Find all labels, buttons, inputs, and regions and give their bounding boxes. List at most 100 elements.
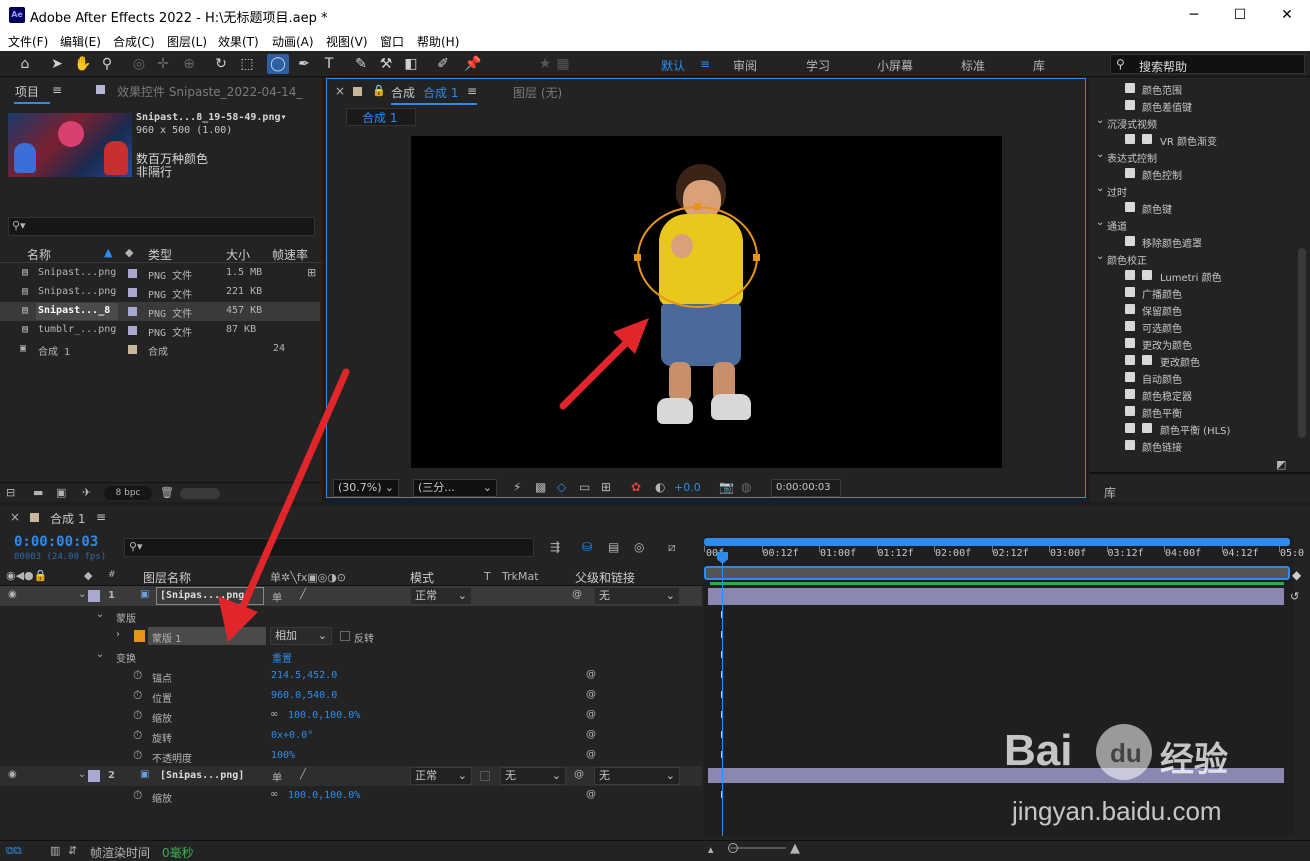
ellipse-tool-icon[interactable]: ◯	[267, 54, 289, 74]
current-time-display[interactable]: 0:00:00:03	[771, 479, 841, 497]
layer-mode-dropdown[interactable]: 正常 ⌄	[410, 587, 472, 605]
work-area-bar[interactable]	[704, 538, 1290, 546]
eraser-tool-icon[interactable]: ◧	[400, 54, 422, 74]
menu-file[interactable]: 文件(F)	[8, 33, 48, 50]
workspace-small-screen[interactable]: 小屏幕	[877, 57, 913, 74]
effect-item[interactable]: 颜色稳定器	[1090, 386, 1290, 403]
keyframe-nav-icon[interactable]: ↺	[1290, 590, 1299, 603]
effect-category[interactable]: ⌄ 表达式控制	[1090, 148, 1290, 165]
chevron-down-icon[interactable]: ⌄	[78, 589, 86, 600]
close-tab-icon[interactable]: ×	[335, 84, 345, 98]
mask-vertex-handle[interactable]	[634, 254, 641, 261]
new-folder-icon[interactable]: ◩	[1276, 458, 1286, 471]
project-search-input[interactable]: ⚲▾	[8, 217, 315, 236]
effect-item[interactable]: 颜色平衡 (HLS)	[1090, 420, 1290, 437]
effect-item[interactable]: Lumetri 颜色	[1090, 267, 1290, 284]
stopwatch-icon[interactable]: ⏱	[133, 688, 142, 703]
label-tag-icon[interactable]: ◆	[125, 246, 133, 259]
puppet-pin-icon[interactable]: 📌	[462, 54, 484, 74]
property-row[interactable]: ⏱ 位置 960.0,540.0 @	[0, 686, 702, 706]
pan-behind-tool-icon[interactable]: ⬚	[236, 54, 258, 74]
mask-ellipse-path[interactable]	[637, 206, 758, 308]
parent-dropdown[interactable]: 无 ⌄	[594, 767, 680, 785]
home-icon[interactable]: ⌂	[14, 54, 36, 74]
comp-tab-label[interactable]: 合成	[391, 84, 415, 101]
toggle-switches-icon[interactable]: ⧉⧉	[6, 844, 22, 858]
layer-mode-dropdown[interactable]: 正常 ⌄	[410, 767, 472, 785]
new-folder-icon[interactable]: ▬	[33, 486, 43, 499]
effects-scrollbar[interactable]	[1298, 248, 1306, 438]
comp-viewer[interactable]	[411, 136, 1002, 468]
effect-item[interactable]: 保留颜色	[1090, 301, 1290, 318]
grid-guides-icon[interactable]: ⊞	[601, 480, 611, 494]
menu-edit[interactable]: 编辑(E)	[60, 33, 101, 50]
layer-name[interactable]: [Snipas...png]	[160, 770, 244, 781]
constrain-link-icon[interactable]: ∞	[270, 709, 278, 720]
brush-tool-icon[interactable]: ✎	[350, 54, 372, 74]
bpc-button[interactable]: 8 bpc	[104, 486, 152, 500]
timeline-zoom-slider[interactable]	[730, 847, 786, 849]
work-area-range[interactable]	[704, 566, 1290, 580]
pickwhip-icon[interactable]: @	[586, 789, 596, 800]
panel-menu-icon[interactable]: ≡	[96, 510, 106, 524]
snapshot-icon[interactable]: 📷	[719, 480, 734, 494]
menu-animation[interactable]: 动画(A)	[272, 33, 314, 50]
render-time-icon[interactable]: ⇵	[68, 844, 77, 857]
roto-brush-icon[interactable]: ✐	[432, 54, 454, 74]
flowchart-icon[interactable]: ⊞	[307, 266, 316, 279]
menu-layer[interactable]: 图层(L)	[167, 33, 207, 50]
chevron-down-icon[interactable]: ⌄	[96, 649, 104, 660]
eye-icon[interactable]: ◉	[8, 589, 17, 600]
property-row[interactable]: ⏱ 缩放 ∞ 100.0,100.0% @	[0, 706, 702, 726]
effect-item[interactable]: 广播颜色	[1090, 284, 1290, 301]
pickwhip-icon[interactable]: @	[574, 769, 584, 780]
reset-link[interactable]: 重置	[272, 650, 292, 665]
timeline-tab[interactable]: 合成 1	[50, 510, 85, 527]
clone-stamp-icon[interactable]: ⚒	[375, 54, 397, 74]
property-value[interactable]: 960.0,540.0	[271, 690, 337, 701]
maximize-button[interactable]: ☐	[1230, 5, 1250, 25]
property-row[interactable]: ⏱ 缩放 ∞ 100.0,100.0% @	[0, 786, 702, 806]
trkmat-dropdown[interactable]: 无 ⌄	[500, 767, 566, 785]
workspace-learn[interactable]: 学习	[806, 57, 830, 74]
menu-help[interactable]: 帮助(H)	[417, 33, 459, 50]
comp-mini-flowchart-icon[interactable]: ⇶	[550, 540, 560, 554]
snap-icon[interactable]: ▦	[552, 54, 574, 74]
project-item[interactable]: ▤ tumblr_...png PNG 文件 87 KB	[0, 321, 320, 340]
effect-category[interactable]: ⌄ 沉浸式视频	[1090, 114, 1290, 131]
menu-effect[interactable]: 效果(T)	[218, 33, 259, 50]
frame-blending-icon[interactable]: ▤	[608, 540, 619, 554]
property-value[interactable]: 100.0,100.0%	[288, 790, 360, 801]
property-row[interactable]: ⏱ 旋转 0x+0.0° @	[0, 726, 702, 746]
effect-item[interactable]: 颜色键	[1090, 199, 1290, 216]
property-row[interactable]: ⏱ 不透明度 100% @	[0, 746, 702, 766]
adjust-icon[interactable]: ✈	[82, 486, 91, 499]
stopwatch-icon[interactable]: ⏱	[133, 748, 142, 763]
time-ruler[interactable]: 00f 00:12f 01:00f 01:12f 02:00f 02:12f 03:00f 0…	[704, 546, 1304, 564]
property-value[interactable]: 100%	[271, 750, 295, 761]
exposure-value[interactable]: +0.0	[674, 481, 701, 494]
pickwhip-icon[interactable]: @	[586, 729, 596, 740]
transparency-grid-icon[interactable]: ▩	[535, 480, 546, 494]
effect-item[interactable]: 颜色链接	[1090, 437, 1290, 454]
effect-item[interactable]: 颜色平衡	[1090, 403, 1290, 420]
property-row[interactable]: ⏱ 锚点 214.5,452.0 @	[0, 666, 702, 686]
selection-tool-icon[interactable]: ➤	[46, 54, 68, 74]
project-item[interactable]: ▣ 合成 1 合成 24	[0, 340, 320, 359]
project-tab[interactable]: 项目	[15, 83, 39, 100]
stopwatch-icon[interactable]: ⏱	[133, 668, 142, 683]
pickwhip-icon[interactable]: @	[586, 669, 596, 680]
show-snapshot-icon[interactable]: ◍	[741, 480, 751, 494]
effect-item[interactable]: 可选颜色	[1090, 318, 1290, 335]
mask-visibility-icon[interactable]: ◇	[557, 480, 566, 494]
parent-dropdown[interactable]: 无 ⌄	[594, 587, 680, 605]
property-value[interactable]: 100.0,100.0%	[288, 710, 360, 721]
interpret-footage-icon[interactable]: ⊟	[6, 486, 15, 499]
effect-item[interactable]: 更改颜色	[1090, 352, 1290, 369]
menu-view[interactable]: 视图(V)	[326, 33, 368, 50]
lock-icon[interactable]: 🔒	[372, 84, 386, 97]
preview-name[interactable]: Snipast...8_19-58-49.png▾	[136, 112, 287, 123]
mask-vertex-handle[interactable]	[694, 203, 701, 210]
menu-window[interactable]: 窗口	[380, 33, 404, 50]
chevron-down-icon[interactable]: ⌄	[78, 769, 86, 780]
